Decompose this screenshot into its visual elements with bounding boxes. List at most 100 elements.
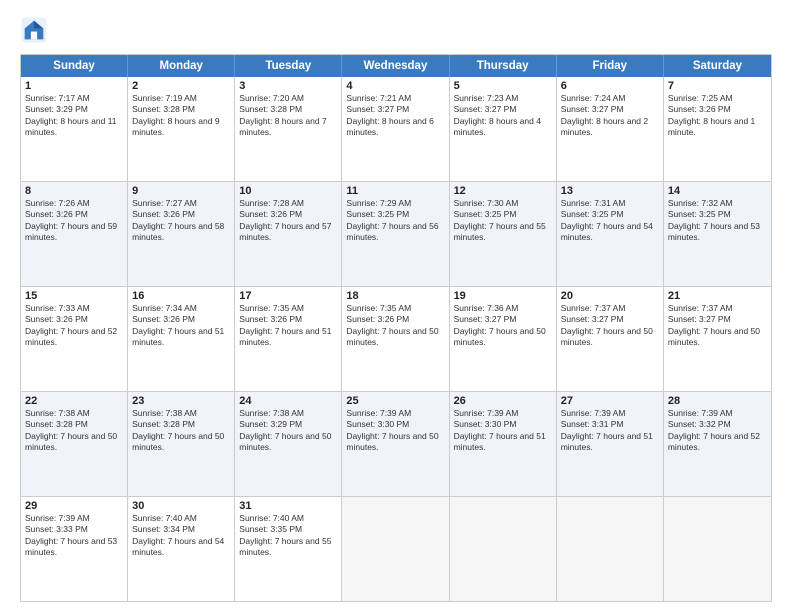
- day-number: 30: [132, 500, 230, 512]
- day-info: Sunrise: 7:23 AMSunset: 3:27 PMDaylight:…: [454, 93, 552, 139]
- calendar-cell: 31Sunrise: 7:40 AMSunset: 3:35 PMDayligh…: [235, 497, 342, 601]
- calendar-header-row: SundayMondayTuesdayWednesdayThursdayFrid…: [21, 55, 771, 77]
- day-info: Sunrise: 7:32 AMSunset: 3:25 PMDaylight:…: [668, 198, 767, 244]
- day-number: 16: [132, 290, 230, 302]
- calendar-header-cell: Friday: [557, 55, 664, 77]
- day-info: Sunrise: 7:37 AMSunset: 3:27 PMDaylight:…: [561, 303, 659, 349]
- calendar: SundayMondayTuesdayWednesdayThursdayFrid…: [20, 54, 772, 602]
- calendar-row: 15Sunrise: 7:33 AMSunset: 3:26 PMDayligh…: [21, 286, 771, 391]
- day-number: 20: [561, 290, 659, 302]
- calendar-body: 1Sunrise: 7:17 AMSunset: 3:29 PMDaylight…: [21, 77, 771, 601]
- day-number: 2: [132, 80, 230, 92]
- page: SundayMondayTuesdayWednesdayThursdayFrid…: [0, 0, 792, 612]
- day-number: 31: [239, 500, 337, 512]
- day-info: Sunrise: 7:38 AMSunset: 3:29 PMDaylight:…: [239, 408, 337, 454]
- day-number: 5: [454, 80, 552, 92]
- calendar-cell: 13Sunrise: 7:31 AMSunset: 3:25 PMDayligh…: [557, 182, 664, 286]
- day-info: Sunrise: 7:31 AMSunset: 3:25 PMDaylight:…: [561, 198, 659, 244]
- calendar-cell: 12Sunrise: 7:30 AMSunset: 3:25 PMDayligh…: [450, 182, 557, 286]
- day-number: 3: [239, 80, 337, 92]
- day-info: Sunrise: 7:28 AMSunset: 3:26 PMDaylight:…: [239, 198, 337, 244]
- calendar-cell: 15Sunrise: 7:33 AMSunset: 3:26 PMDayligh…: [21, 287, 128, 391]
- day-number: 6: [561, 80, 659, 92]
- day-number: 17: [239, 290, 337, 302]
- day-number: 28: [668, 395, 767, 407]
- calendar-cell: 26Sunrise: 7:39 AMSunset: 3:30 PMDayligh…: [450, 392, 557, 496]
- day-info: Sunrise: 7:30 AMSunset: 3:25 PMDaylight:…: [454, 198, 552, 244]
- day-number: 27: [561, 395, 659, 407]
- day-info: Sunrise: 7:38 AMSunset: 3:28 PMDaylight:…: [132, 408, 230, 454]
- day-info: Sunrise: 7:24 AMSunset: 3:27 PMDaylight:…: [561, 93, 659, 139]
- calendar-header-cell: Tuesday: [235, 55, 342, 77]
- calendar-cell: 27Sunrise: 7:39 AMSunset: 3:31 PMDayligh…: [557, 392, 664, 496]
- header: [20, 16, 772, 44]
- calendar-cell: 4Sunrise: 7:21 AMSunset: 3:27 PMDaylight…: [342, 77, 449, 181]
- day-info: Sunrise: 7:38 AMSunset: 3:28 PMDaylight:…: [25, 408, 123, 454]
- logo-icon: [20, 16, 48, 44]
- calendar-cell: 11Sunrise: 7:29 AMSunset: 3:25 PMDayligh…: [342, 182, 449, 286]
- calendar-cell: 6Sunrise: 7:24 AMSunset: 3:27 PMDaylight…: [557, 77, 664, 181]
- day-info: Sunrise: 7:33 AMSunset: 3:26 PMDaylight:…: [25, 303, 123, 349]
- calendar-header-cell: Monday: [128, 55, 235, 77]
- day-info: Sunrise: 7:37 AMSunset: 3:27 PMDaylight:…: [668, 303, 767, 349]
- calendar-cell: 21Sunrise: 7:37 AMSunset: 3:27 PMDayligh…: [664, 287, 771, 391]
- calendar-cell: 24Sunrise: 7:38 AMSunset: 3:29 PMDayligh…: [235, 392, 342, 496]
- calendar-header-cell: Thursday: [450, 55, 557, 77]
- day-number: 15: [25, 290, 123, 302]
- day-number: 29: [25, 500, 123, 512]
- day-info: Sunrise: 7:19 AMSunset: 3:28 PMDaylight:…: [132, 93, 230, 139]
- day-number: 24: [239, 395, 337, 407]
- day-number: 25: [346, 395, 444, 407]
- calendar-cell: [664, 497, 771, 601]
- calendar-cell: 2Sunrise: 7:19 AMSunset: 3:28 PMDaylight…: [128, 77, 235, 181]
- calendar-cell: 19Sunrise: 7:36 AMSunset: 3:27 PMDayligh…: [450, 287, 557, 391]
- day-info: Sunrise: 7:40 AMSunset: 3:35 PMDaylight:…: [239, 513, 337, 559]
- day-number: 22: [25, 395, 123, 407]
- day-info: Sunrise: 7:40 AMSunset: 3:34 PMDaylight:…: [132, 513, 230, 559]
- calendar-row: 22Sunrise: 7:38 AMSunset: 3:28 PMDayligh…: [21, 391, 771, 496]
- calendar-row: 29Sunrise: 7:39 AMSunset: 3:33 PMDayligh…: [21, 496, 771, 601]
- day-info: Sunrise: 7:25 AMSunset: 3:26 PMDaylight:…: [668, 93, 767, 139]
- calendar-cell: 28Sunrise: 7:39 AMSunset: 3:32 PMDayligh…: [664, 392, 771, 496]
- calendar-cell: 23Sunrise: 7:38 AMSunset: 3:28 PMDayligh…: [128, 392, 235, 496]
- day-number: 11: [346, 185, 444, 197]
- day-number: 19: [454, 290, 552, 302]
- calendar-header-cell: Wednesday: [342, 55, 449, 77]
- day-number: 23: [132, 395, 230, 407]
- day-number: 26: [454, 395, 552, 407]
- calendar-cell: 14Sunrise: 7:32 AMSunset: 3:25 PMDayligh…: [664, 182, 771, 286]
- day-info: Sunrise: 7:20 AMSunset: 3:28 PMDaylight:…: [239, 93, 337, 139]
- day-info: Sunrise: 7:17 AMSunset: 3:29 PMDaylight:…: [25, 93, 123, 139]
- calendar-header-cell: Sunday: [21, 55, 128, 77]
- calendar-cell: 25Sunrise: 7:39 AMSunset: 3:30 PMDayligh…: [342, 392, 449, 496]
- logo: [20, 16, 52, 44]
- day-number: 18: [346, 290, 444, 302]
- day-number: 10: [239, 185, 337, 197]
- day-info: Sunrise: 7:26 AMSunset: 3:26 PMDaylight:…: [25, 198, 123, 244]
- day-info: Sunrise: 7:21 AMSunset: 3:27 PMDaylight:…: [346, 93, 444, 139]
- calendar-cell: 10Sunrise: 7:28 AMSunset: 3:26 PMDayligh…: [235, 182, 342, 286]
- day-number: 4: [346, 80, 444, 92]
- calendar-cell: [557, 497, 664, 601]
- day-info: Sunrise: 7:29 AMSunset: 3:25 PMDaylight:…: [346, 198, 444, 244]
- calendar-cell: 29Sunrise: 7:39 AMSunset: 3:33 PMDayligh…: [21, 497, 128, 601]
- day-number: 7: [668, 80, 767, 92]
- calendar-cell: 5Sunrise: 7:23 AMSunset: 3:27 PMDaylight…: [450, 77, 557, 181]
- day-number: 21: [668, 290, 767, 302]
- calendar-cell: [342, 497, 449, 601]
- day-info: Sunrise: 7:39 AMSunset: 3:30 PMDaylight:…: [454, 408, 552, 454]
- day-number: 13: [561, 185, 659, 197]
- calendar-row: 8Sunrise: 7:26 AMSunset: 3:26 PMDaylight…: [21, 181, 771, 286]
- day-number: 12: [454, 185, 552, 197]
- calendar-cell: 7Sunrise: 7:25 AMSunset: 3:26 PMDaylight…: [664, 77, 771, 181]
- day-info: Sunrise: 7:39 AMSunset: 3:30 PMDaylight:…: [346, 408, 444, 454]
- day-number: 14: [668, 185, 767, 197]
- day-number: 9: [132, 185, 230, 197]
- day-info: Sunrise: 7:39 AMSunset: 3:33 PMDaylight:…: [25, 513, 123, 559]
- calendar-cell: 18Sunrise: 7:35 AMSunset: 3:26 PMDayligh…: [342, 287, 449, 391]
- day-number: 8: [25, 185, 123, 197]
- day-info: Sunrise: 7:27 AMSunset: 3:26 PMDaylight:…: [132, 198, 230, 244]
- calendar-cell: 8Sunrise: 7:26 AMSunset: 3:26 PMDaylight…: [21, 182, 128, 286]
- calendar-cell: 1Sunrise: 7:17 AMSunset: 3:29 PMDaylight…: [21, 77, 128, 181]
- day-info: Sunrise: 7:34 AMSunset: 3:26 PMDaylight:…: [132, 303, 230, 349]
